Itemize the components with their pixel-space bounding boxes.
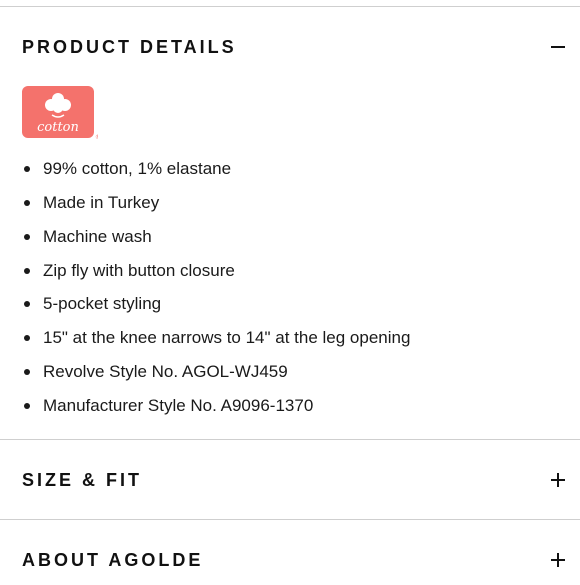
minus-icon[interactable] [550,39,566,55]
list-item: 15" at the knee narrows to 14" at the le… [22,321,410,355]
list-item: 99% cotton, 1% elastane [22,152,410,186]
bullet-icon [24,369,30,376]
size-fit-header[interactable]: SIZE & FIT [0,455,580,505]
bullet-icon [24,166,30,172]
product-details-title: PRODUCT DETAILS [22,36,237,57]
bullet-icon [24,199,30,206]
product-details-list: 99% cotton, 1% elastane Made in Turkey M… [22,152,410,423]
bullet-icon [24,267,30,274]
cotton-logo: cotton ® [22,86,98,140]
bullet-icon [24,402,30,409]
plus-icon[interactable] [550,472,566,488]
list-item: Machine wash [22,220,410,254]
bullet-icon [24,301,30,308]
bullet-icon [24,335,30,342]
cotton-badge-text: cotton [37,120,79,135]
section-divider [0,519,580,520]
about-agolde-header[interactable]: ABOUT AGOLDE [0,535,580,585]
list-item: 5-pocket styling [22,287,410,321]
about-agolde-title: ABOUT AGOLDE [22,549,204,570]
bullet-icon [24,233,30,240]
top-divider [0,6,580,7]
list-item: Zip fly with button closure [22,254,410,288]
plus-icon[interactable] [550,552,566,568]
list-item: Made in Turkey [22,186,410,220]
registered-mark: ® [95,134,98,140]
product-details-header[interactable]: PRODUCT DETAILS [0,22,580,72]
section-divider [0,439,580,440]
list-item: Manufacturer Style No. A9096-1370 [22,389,410,423]
list-item: Revolve Style No. AGOL-WJ459 [22,355,410,389]
size-fit-title: SIZE & FIT [22,469,142,490]
